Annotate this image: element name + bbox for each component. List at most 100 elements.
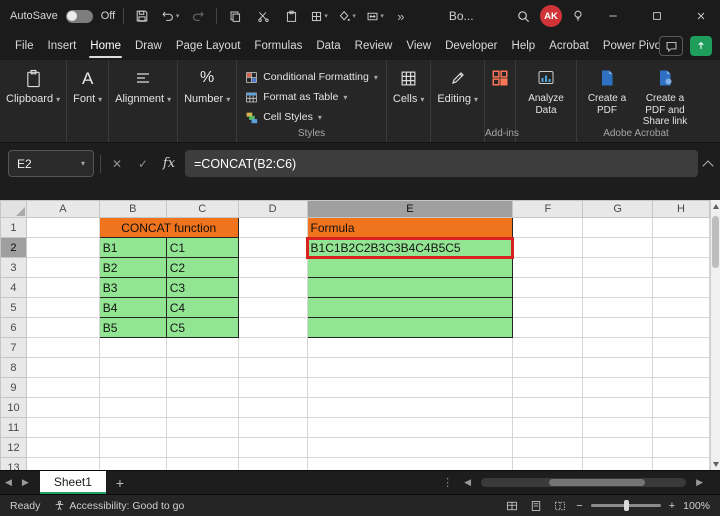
cell-C9[interactable] [166,378,238,398]
cell-A7[interactable] [26,338,99,358]
cell-E3[interactable] [307,258,513,278]
column-header-B[interactable]: B [99,201,166,218]
copy-button[interactable] [225,4,245,28]
zoom-slider[interactable] [591,504,661,507]
font-button[interactable]: A Font▾ [73,68,102,105]
zoom-slider-handle[interactable] [624,500,629,511]
cell-H12[interactable] [653,438,710,458]
column-header-A[interactable]: A [26,201,99,218]
insert-function-button[interactable]: fx [159,156,179,171]
cell-D3[interactable] [238,258,307,278]
row-header-12[interactable]: 12 [1,438,27,458]
row-header-7[interactable]: 7 [1,338,27,358]
column-header-E[interactable]: E [307,201,513,218]
formula-bar-collapse-icon[interactable] [702,160,713,171]
column-header-C[interactable]: C [166,201,238,218]
cell-D5[interactable] [238,298,307,318]
cell-C6[interactable]: C5 [166,318,238,338]
tab-file[interactable]: File [13,32,36,60]
cell-F12[interactable] [513,438,583,458]
autosave-toggle[interactable] [66,10,93,23]
cell-A11[interactable] [26,418,99,438]
scroll-down-arrow[interactable] [711,458,720,470]
row-header-9[interactable]: 9 [1,378,27,398]
cell-G7[interactable] [583,338,653,358]
cell-D2[interactable] [238,238,307,258]
tab-data[interactable]: Data [314,32,342,60]
horizontal-scrollbar[interactable]: ◀ ▶ [459,477,720,488]
save-button[interactable] [132,4,152,28]
tab-draw[interactable]: Draw [133,32,164,60]
cell-F11[interactable] [513,418,583,438]
row-header-8[interactable]: 8 [1,358,27,378]
hscroll-left-arrow[interactable]: ◀ [459,477,476,488]
cell-A2[interactable] [26,238,99,258]
cell-C2[interactable]: C1 [166,238,238,258]
cell-F6[interactable] [513,318,583,338]
cell-B12[interactable] [99,438,166,458]
cell-F2[interactable] [513,238,583,258]
sheet-nav-left-icon[interactable]: ◀ [0,477,17,488]
number-button[interactable]: % Number▾ [184,68,230,105]
enter-button[interactable]: ✓ [133,157,153,171]
addins-button[interactable] [491,68,509,88]
cell-H10[interactable] [653,398,710,418]
cell-B2[interactable]: B1 [99,238,166,258]
cell-B4[interactable]: B3 [99,278,166,298]
cell-D7[interactable] [238,338,307,358]
cell-B9[interactable] [99,378,166,398]
cell-F5[interactable] [513,298,583,318]
zoom-out-button[interactable]: − [576,500,582,512]
cell-H6[interactable] [653,318,710,338]
cell-D11[interactable] [238,418,307,438]
page-break-view-button[interactable] [552,498,568,514]
column-header-G[interactable]: G [583,201,653,218]
cell-H4[interactable] [653,278,710,298]
cell-C10[interactable] [166,398,238,418]
search-button[interactable] [514,4,534,28]
tab-formulas[interactable]: Formulas [252,32,304,60]
formula-input[interactable]: =CONCAT(B2:C6) [185,150,698,177]
horizontal-scroll-thumb[interactable] [549,479,645,486]
column-header-F[interactable]: F [513,201,583,218]
tab-help[interactable]: Help [510,32,538,60]
cell-E8[interactable] [307,358,513,378]
more-commands-button[interactable]: » [393,9,408,24]
cell-G10[interactable] [583,398,653,418]
comments-button[interactable] [659,36,683,56]
editing-button[interactable]: Editing▾ [437,68,478,105]
cell-A12[interactable] [26,438,99,458]
cell-C7[interactable] [166,338,238,358]
cell-H3[interactable] [653,258,710,278]
zoom-level[interactable]: 100% [683,500,710,512]
row-header-13[interactable]: 13 [1,458,27,471]
cell-A3[interactable] [26,258,99,278]
tab-acrobat[interactable]: Acrobat [547,32,591,60]
cell-C5[interactable]: C4 [166,298,238,318]
cell-F10[interactable] [513,398,583,418]
cell-H11[interactable] [653,418,710,438]
add-sheet-button[interactable]: + [106,475,134,491]
scroll-up-arrow[interactable] [711,200,720,212]
cell-E9[interactable] [307,378,513,398]
tab-home[interactable]: Home [88,32,123,60]
cell-C12[interactable] [166,438,238,458]
cell-D6[interactable] [238,318,307,338]
cell-G2[interactable] [583,238,653,258]
cell-B8[interactable] [99,358,166,378]
cell-F7[interactable] [513,338,583,358]
cell-C13[interactable] [166,458,238,471]
cell-A6[interactable] [26,318,99,338]
cell-F3[interactable] [513,258,583,278]
cell-D1[interactable] [238,218,307,238]
cell-G4[interactable] [583,278,653,298]
cell-C4[interactable]: C3 [166,278,238,298]
cell-H7[interactable] [653,338,710,358]
cell-E5[interactable] [307,298,513,318]
tell-me-button[interactable] [568,4,588,28]
fill-color-button[interactable]: ▾ [337,4,357,28]
maximize-button[interactable] [638,0,676,32]
row-header-2[interactable]: 2 [1,238,27,258]
conditional-formatting-button[interactable]: Conditional Formatting ▾ [243,68,380,86]
cell-B1[interactable]: CONCAT function [99,218,238,238]
